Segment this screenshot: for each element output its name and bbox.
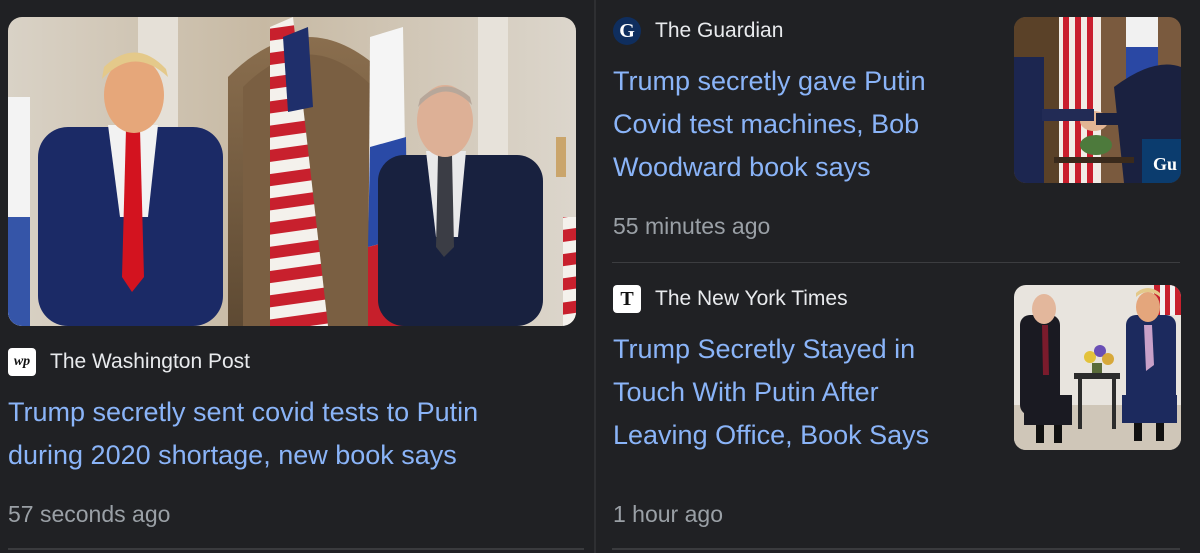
left-card-time: 57 seconds ago	[8, 501, 171, 527]
source-name: The Guardian	[655, 19, 784, 42]
left-card-headline[interactable]: Trump secretly sent covid tests to Putin…	[8, 391, 584, 477]
right-bottom-card-headline[interactable]: Trump Secretly Stayed in Touch With Puti…	[613, 328, 993, 457]
right-top-card-thumbnail[interactable]: Gu	[1014, 17, 1181, 183]
headline-line: Touch With Putin After	[613, 377, 879, 407]
card-bottom-border	[612, 548, 1180, 550]
left-card-image[interactable]	[8, 17, 576, 326]
headline-line: Trump secretly gave Putin	[613, 66, 926, 96]
right-top-card-headline[interactable]: Trump secretly gave Putin Covid test mac…	[613, 60, 993, 189]
source-name: The Washington Post	[50, 350, 250, 373]
guardian-logo-icon: G	[613, 17, 641, 45]
right-top-card-source[interactable]: G The Guardian	[613, 17, 783, 45]
row-divider	[612, 262, 1180, 263]
right-bottom-card-thumbnail[interactable]	[1014, 285, 1181, 450]
right-top-card-time: 55 minutes ago	[613, 213, 771, 239]
card-bottom-border	[8, 548, 584, 550]
news-results: wp The Washington Post Trump secretly se…	[0, 0, 1200, 553]
source-name: The New York Times	[655, 287, 848, 310]
headline-line: Trump secretly sent covid tests to Putin	[8, 397, 479, 427]
nyt-logo-icon: T	[613, 285, 641, 313]
right-bottom-card-source[interactable]: T The New York Times	[613, 285, 848, 313]
headline-line: Woodward book says	[613, 152, 871, 182]
column-divider	[594, 0, 596, 553]
washington-post-logo-icon: wp	[8, 348, 36, 376]
left-card-source[interactable]: wp The Washington Post	[8, 348, 250, 376]
right-bottom-card-time: 1 hour ago	[613, 501, 723, 527]
headline-line: Trump Secretly Stayed in	[613, 334, 916, 364]
headline-line: Leaving Office, Book Says	[613, 420, 930, 450]
headline-line: Covid test machines, Bob	[613, 109, 920, 139]
headline-line: during 2020 shortage, new book says	[8, 440, 457, 470]
guardian-watermark: Gu	[1152, 154, 1177, 174]
